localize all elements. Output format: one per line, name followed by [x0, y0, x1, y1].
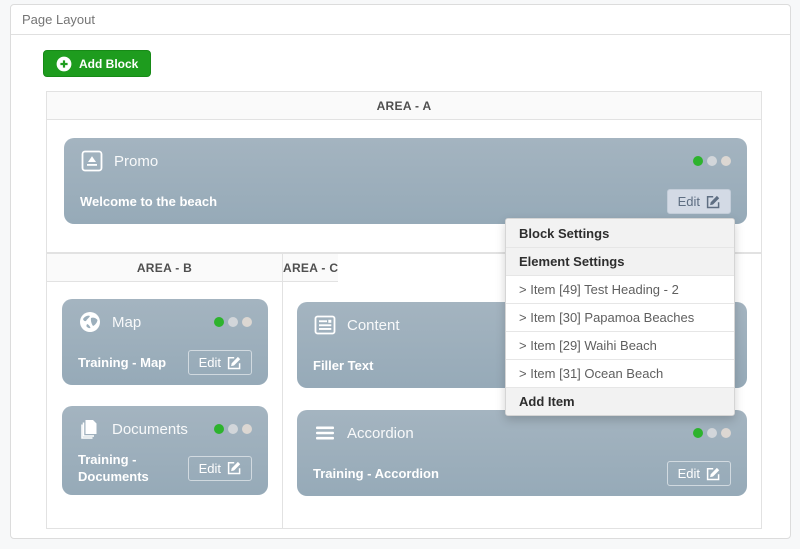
card-top-row: Map [78, 310, 252, 334]
edit-icon [706, 195, 720, 209]
block-type-label: Accordion [347, 424, 414, 442]
block-type-label: Map [112, 313, 142, 331]
menu-item-element-settings[interactable]: Element Settings [506, 247, 734, 275]
edit-label: Edit [198, 460, 221, 476]
menu-item-element-29[interactable]: > Item [29] Waihi Beach [506, 331, 734, 359]
status-dots [214, 317, 252, 327]
block-card-promo[interactable]: Promo Welcome to the beach Edit [64, 138, 747, 224]
area-b-label: AREA - B [136, 260, 193, 275]
block-subtitle: Welcome to the beach [80, 194, 218, 209]
image-icon [80, 149, 104, 173]
content-icon [313, 313, 337, 337]
documents-icon [78, 417, 102, 441]
area-a-label: AREA - A [376, 98, 432, 113]
block-subtitle: Filler Text [313, 358, 374, 373]
edit-dropdown-menu: Block Settings Element Settings > Item [… [505, 218, 735, 416]
status-dot-active [214, 424, 224, 434]
edit-button[interactable]: Edit [666, 461, 731, 486]
add-block-button[interactable]: Add Block [43, 50, 152, 77]
area-a-body: Promo Welcome to the beach Edit [47, 120, 761, 224]
status-dots [693, 156, 731, 166]
edit-icon [227, 461, 241, 475]
panel-header: Page Layout [11, 5, 790, 35]
menu-item-element-49[interactable]: > Item [49] Test Heading - 2 [506, 275, 734, 303]
card-top-row: Accordion [313, 421, 731, 445]
card-top-row: Promo [80, 149, 731, 173]
accordion-icon [313, 421, 337, 445]
card-top-row: Documents [78, 417, 252, 441]
status-dots [214, 424, 252, 434]
card-bottom-row: Training - Accordion Edit [313, 461, 731, 486]
area-c-label: AREA - C [283, 260, 339, 275]
edit-label: Edit [677, 194, 700, 209]
edit-button[interactable]: Edit [187, 455, 252, 481]
menu-item-element-30[interactable]: > Item [30] Papamoa Beaches [506, 303, 734, 331]
status-dot-active [693, 428, 703, 438]
menu-item-block-settings[interactable]: Block Settings [506, 219, 734, 247]
page-title: Page Layout [22, 12, 96, 27]
block-subtitle: Training - Accordion [313, 466, 439, 481]
edit-button[interactable]: Edit [187, 350, 252, 375]
add-block-label: Add Block [79, 56, 139, 71]
status-dot-active [214, 317, 224, 327]
block-type-label: Content [347, 316, 400, 334]
status-dot [228, 317, 238, 327]
status-dot [242, 317, 252, 327]
status-dot [721, 428, 731, 438]
status-dot [707, 428, 717, 438]
block-subtitle: Training - Documents [78, 452, 149, 484]
edit-label: Edit [677, 466, 700, 481]
card-bottom-row: Training - Map Edit [78, 350, 252, 375]
status-dot [242, 424, 252, 434]
status-dot [228, 424, 238, 434]
block-subtitle: Training - Map [78, 355, 167, 370]
area-a-header: AREA - A [47, 92, 761, 120]
area-b-header: AREA - B [47, 254, 283, 282]
menu-item-add-item[interactable]: Add Item [506, 387, 734, 415]
area-c-header: AREA - C [283, 254, 339, 282]
card-bottom-row: Training - Documents Edit [78, 451, 252, 485]
menu-item-element-31[interactable]: > Item [31] Ocean Beach [506, 359, 734, 387]
block-card-accordion[interactable]: Accordion Training - Accordion Edit [297, 410, 747, 496]
status-dots [693, 428, 731, 438]
block-card-map[interactable]: Map Training - Map Edit [62, 299, 268, 385]
edit-icon [706, 467, 720, 481]
area-b-column: Map Training - Map Edit Documents Traini… [47, 282, 283, 528]
edit-icon [227, 356, 241, 370]
block-type-label: Promo [114, 152, 159, 170]
globe-icon [78, 310, 102, 334]
status-dot [721, 156, 731, 166]
plus-circle-icon [56, 56, 72, 72]
block-card-documents[interactable]: Documents Training - Documents Edit [62, 406, 268, 495]
status-dot [707, 156, 717, 166]
card-bottom-row: Welcome to the beach Edit [80, 189, 731, 214]
block-type-label: Documents [112, 420, 188, 438]
status-dot-active [693, 156, 703, 166]
edit-button[interactable]: Edit [666, 189, 731, 214]
edit-label: Edit [198, 355, 221, 370]
